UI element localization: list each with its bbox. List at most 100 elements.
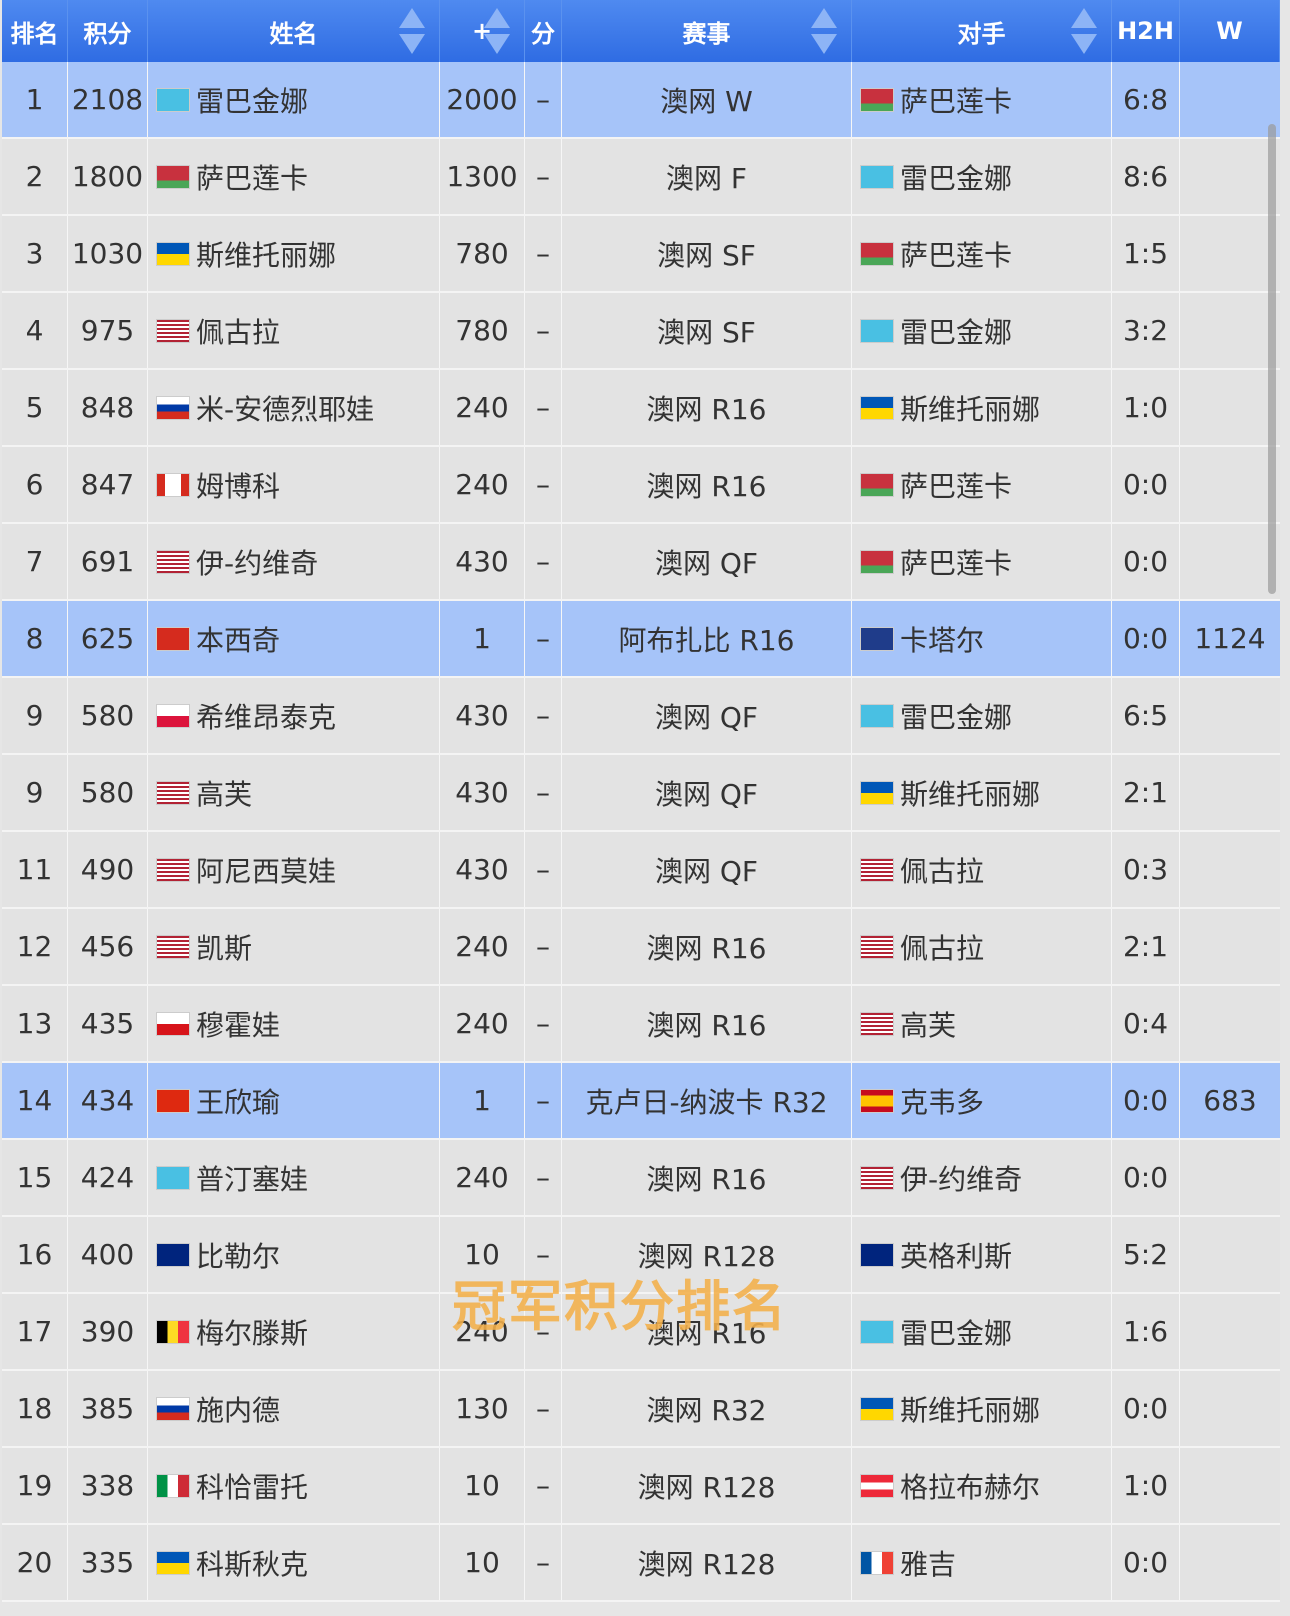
cell-h2h: 6:8 [1112,62,1180,137]
cell-h2h: 1:5 [1112,216,1180,291]
table-row[interactable]: 14 434 王欣瑜 1 – 克卢日-纳波卡 R32 克韦多 0:0 683 [2,1063,1280,1140]
cell-h2h: 2:1 [1112,909,1180,984]
plus-text: 240 [455,930,509,963]
table-row[interactable]: 3 1030 斯维托丽娜 780– 澳网 SF 萨巴莲卡 1:5 [2,216,1280,293]
cell-minus: – [525,1063,562,1138]
cell-event: 澳网 R128 [562,1525,852,1600]
flag-kz-icon [156,87,190,112]
plus-text: 10 [464,1469,500,1502]
points-text: 1030 [71,237,144,270]
minus-text: – [536,776,550,809]
h2h-text: 2:1 [1122,776,1169,809]
column-header-1[interactable]: 积分 [68,0,148,62]
column-header-5[interactable]: 赛事 [562,0,852,62]
table-row[interactable]: 19 338 科恰雷托 10 – 澳网 R128 格拉布赫尔 1:0 [2,1448,1280,1525]
points-text: 1800 [71,160,144,193]
table-row[interactable]: 11 490 阿尼西莫娃 430– 澳网 QF 佩古拉 0:3 [2,832,1280,909]
cell-plus: 240 [440,909,525,984]
cell-points: 625 [68,601,148,676]
table-row[interactable]: 9 580 高芙 430– 澳网 QF 斯维托丽娜 2:1 [2,755,1280,832]
column-header-7[interactable]: H2H [1112,0,1180,62]
cell-points: 1030 [68,216,148,291]
cell-opponent: 雷巴金娜 [852,293,1112,368]
rank-text: 2 [25,160,44,193]
cell-name: 佩古拉 [148,293,440,368]
name-text: 佩古拉 [196,315,281,349]
plus-text: 130 [455,1392,509,1425]
sort-arrows-icon[interactable] [484,8,510,54]
flag-kz-icon [860,1319,894,1344]
h2h-text: 6:5 [1122,699,1169,732]
opponent-text: 克韦多 [900,1085,985,1119]
cell-points: 435 [68,986,148,1061]
sort-arrows-icon[interactable] [1071,8,1097,54]
cell-plus: 430 [440,524,525,599]
table-row[interactable]: 20 335 科斯秋克 10 – 澳网 R128 雅吉 0:0 [2,1525,1280,1602]
cell-points: 1800 [68,139,148,214]
table-row[interactable]: 15 424 普汀塞娃 240– 澳网 R16 伊-约维奇 0:0 [2,1140,1280,1217]
minus-text: – [536,699,550,732]
column-header-2[interactable]: 姓名 [148,0,440,62]
flag-us-icon [860,934,894,959]
sort-arrows-icon[interactable] [811,8,837,54]
table-row[interactable]: 2 1800 萨巴莲卡 1300– 澳网 F 雷巴金娜 8:6 [2,139,1280,216]
points-text: 490 [80,853,135,886]
flag-ru-icon [156,1396,190,1421]
rank-text: 5 [25,391,44,424]
points-text: 338 [80,1469,135,1502]
cell-opponent: 雷巴金娜 [852,678,1112,753]
table-row[interactable]: 13 435 穆霍娃 240– 澳网 R16 高芙 0:4 [2,986,1280,1063]
column-header-0[interactable]: 排名 [2,0,68,62]
cell-h2h: 0:0 [1112,1525,1180,1600]
h2h-text: 0:0 [1122,468,1169,501]
points-text: 580 [80,776,135,809]
w-text: 1124 [1194,622,1266,655]
h2h-text: 1:0 [1122,391,1169,424]
table-row[interactable]: 8 625 本西奇 1 – 阿布扎比 R16 卡塔尔 0:0 1124 [2,601,1280,678]
cell-rank: 20 [2,1525,68,1600]
cell-opponent: 英格利斯 [852,1217,1112,1292]
flag-kz-icon [860,164,894,189]
column-header-3[interactable]: + [440,0,525,62]
cell-name: 梅尔滕斯 [148,1294,440,1369]
cell-minus: – [525,755,562,830]
cell-event: 阿布扎比 R16 [562,601,852,676]
minus-text: – [536,622,550,655]
h2h-text: 0:0 [1122,1392,1169,1425]
cell-h2h: 1:0 [1112,1448,1180,1523]
cell-plus: 240 [440,370,525,445]
table-row[interactable]: 1 2108 雷巴金娜 2000– 澳网 W 萨巴莲卡 6:8 [2,62,1280,139]
rank-text: 16 [16,1238,53,1271]
name-text: 萨巴莲卡 [196,161,309,195]
points-text: 335 [80,1546,135,1579]
event-text: 澳网 SF [657,315,756,349]
opponent-text: 佩古拉 [900,854,985,888]
table-row[interactable]: 9 580 希维昂泰克 430– 澳网 QF 雷巴金娜 6:5 [2,678,1280,755]
plus-text: 240 [455,391,509,424]
table-row[interactable]: 6 847 姆博科 240– 澳网 R16 萨巴莲卡 0:0 [2,447,1280,524]
opponent-text: 高芙 [900,1008,957,1042]
h2h-text: 1:5 [1122,237,1169,270]
table-row[interactable]: 5 848 米-安德烈耶娃 240– 澳网 R16 斯维托丽娜 1:0 [2,370,1280,447]
rank-text: 8 [25,622,44,655]
event-text: 澳网 QF [654,777,759,811]
table-row[interactable]: 7 691 伊-约维奇 430– 澳网 QF 萨巴莲卡 0:0 [2,524,1280,601]
flag-cn-icon [156,1088,190,1113]
sort-arrows-icon[interactable] [399,8,425,54]
opponent-text: 佩古拉 [900,931,985,965]
table-row[interactable]: 18 385 施内德 130– 澳网 R32 斯维托丽娜 0:0 [2,1371,1280,1448]
table-row[interactable]: 12 456 凯斯 240– 澳网 R16 佩古拉 2:1 [2,909,1280,986]
column-header-label: 姓名 [269,19,318,48]
column-header-6[interactable]: 对手 [852,0,1112,62]
cell-name: 希维昂泰克 [148,678,440,753]
table-row[interactable]: 4 975 佩古拉 780– 澳网 SF 雷巴金娜 3:2 [2,293,1280,370]
opponent-text: 萨巴莲卡 [900,469,1013,503]
scrollbar[interactable] [1268,124,1276,594]
cell-rank: 4 [2,293,68,368]
event-text: 澳网 R32 [646,1393,767,1427]
cell-event: 澳网 SF [562,293,852,368]
event-text: 澳网 SF [657,238,756,272]
plus-text: 430 [455,699,509,732]
column-header-4[interactable]: 分 [525,0,562,62]
column-header-8[interactable]: W [1180,0,1280,62]
